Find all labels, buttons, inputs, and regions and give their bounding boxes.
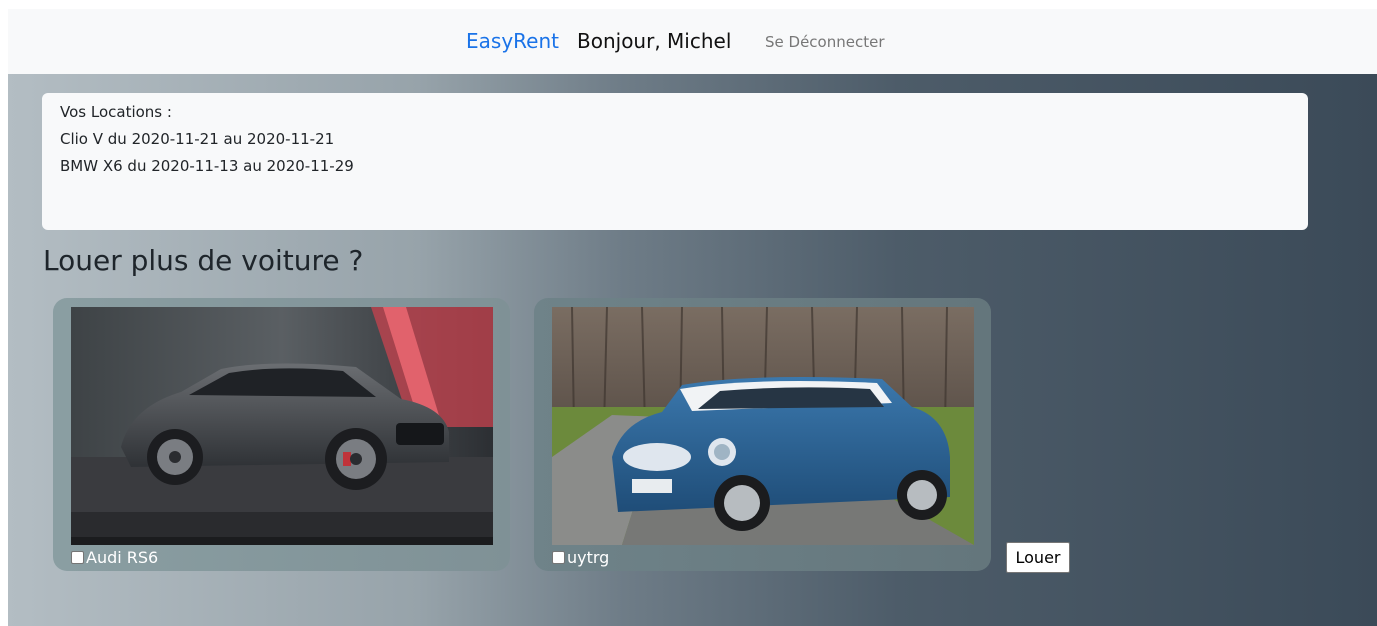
main-content: Vos Locations : Clio V du 2020-11-21 au … [8, 74, 1377, 626]
car-photo [71, 307, 493, 545]
car-select-label[interactable]: Audi RS6 [71, 548, 158, 567]
user-greeting: Bonjour, Michel [577, 29, 732, 53]
car-card: uytrg [534, 298, 991, 571]
car-photo [552, 307, 974, 545]
brand-link[interactable]: EasyRent [466, 29, 559, 53]
rental-item: BMW X6 du 2020-11-13 au 2020-11-29 [60, 157, 354, 175]
section-title: Louer plus de voiture ? [43, 244, 364, 277]
rental-item: Clio V du 2020-11-21 au 2020-11-21 [60, 130, 335, 148]
car-checkbox[interactable] [71, 551, 84, 564]
car-select-label[interactable]: uytrg [552, 548, 609, 567]
rent-button[interactable]: Louer [1006, 542, 1070, 573]
car-checkbox[interactable] [552, 551, 565, 564]
rentals-heading: Vos Locations : [60, 103, 172, 121]
logout-link[interactable]: Se Déconnecter [765, 33, 885, 51]
rentals-panel: Vos Locations : Clio V du 2020-11-21 au … [42, 93, 1308, 230]
car-name: Audi RS6 [86, 548, 159, 567]
car-card: Audi RS6 [53, 298, 510, 571]
navbar: EasyRent Bonjour, Michel Se Déconnecter [8, 9, 1377, 74]
car-name: uytrg [567, 548, 610, 567]
